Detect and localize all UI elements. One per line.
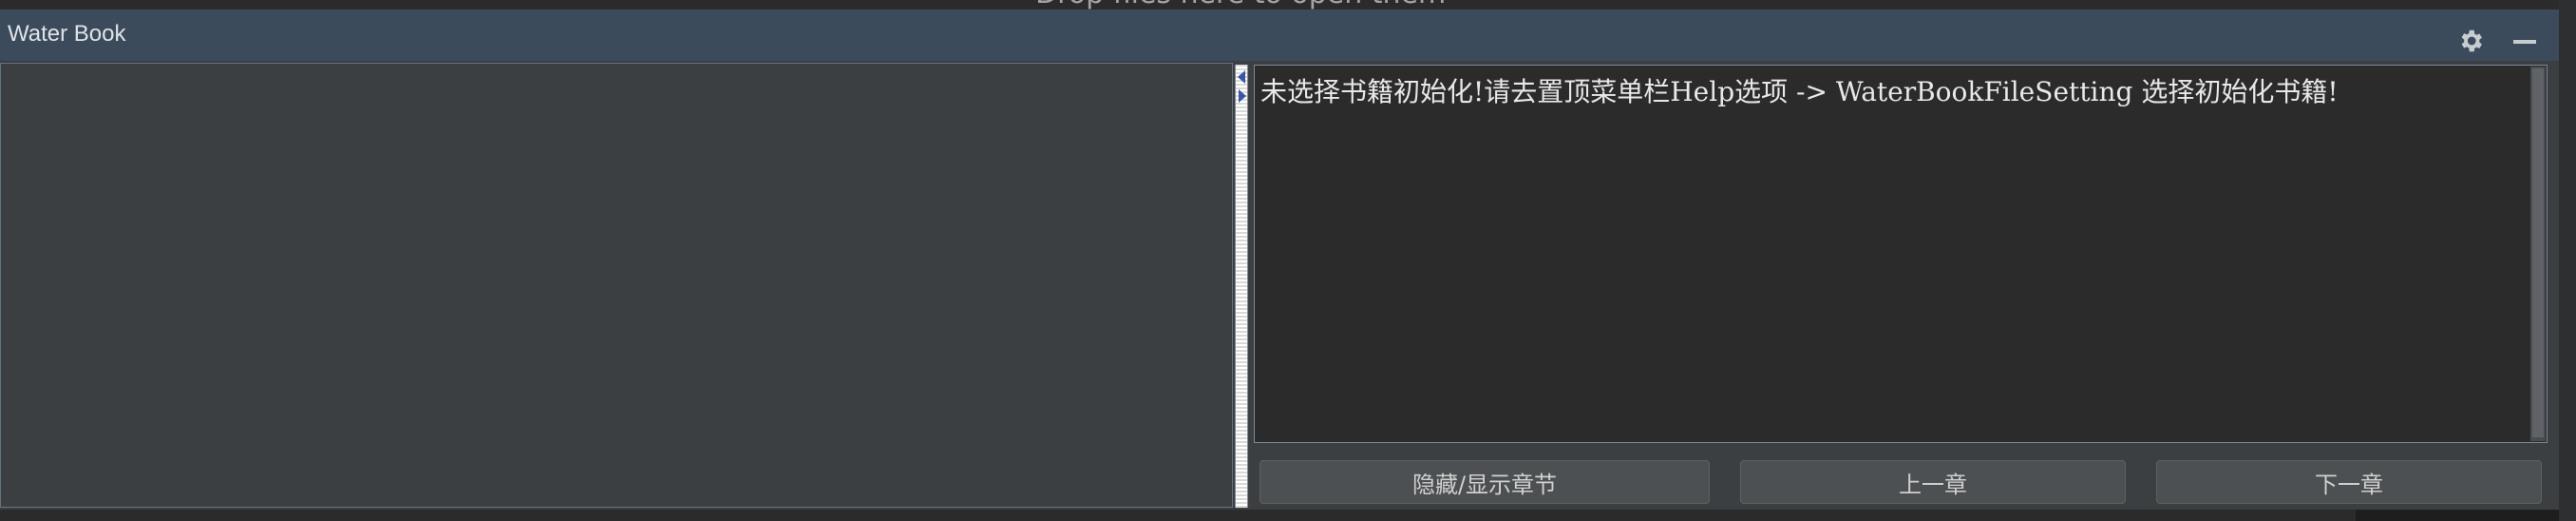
toggle-chapters-button[interactable]: 隐藏/显示章节: [1260, 460, 1710, 504]
minimize-icon[interactable]: [2513, 32, 2536, 51]
chapter-list-panel[interactable]: [0, 63, 1233, 508]
previous-chapter-button[interactable]: 上一章: [1740, 460, 2126, 504]
vertical-scrollbar[interactable]: [2530, 67, 2546, 441]
book-text-area[interactable]: 未选择书籍初始化!请去置顶菜单栏Help选项 -> WaterBookFileS…: [1254, 65, 2548, 443]
expand-right-icon[interactable]: [1239, 89, 1246, 103]
window-right-edge: [2559, 0, 2576, 521]
tool-window-header: Water Book: [0, 10, 2559, 61]
init-notice-text: 未选择书籍初始化!请去置顶菜单栏Help选项 -> WaterBookFileS…: [1260, 76, 2339, 107]
bottom-corner-block: [2356, 510, 2559, 521]
bottom-status-strip: [0, 510, 2559, 521]
reader-panel: 未选择书籍初始化!请去置顶菜单栏Help选项 -> WaterBookFileS…: [1252, 63, 2559, 508]
tool-window-title: Water Book: [8, 21, 126, 47]
scrollbar-thumb[interactable]: [2532, 68, 2544, 437]
minimize-bar: [2513, 40, 2536, 44]
next-chapter-button[interactable]: 下一章: [2156, 460, 2542, 504]
tool-window-content: 未选择书籍初始化!请去置顶菜单栏Help选项 -> WaterBookFileS…: [0, 61, 2559, 510]
collapse-left-icon[interactable]: [1238, 70, 1245, 84]
drop-files-hint: Drop files here to open them: [1035, 0, 1446, 10]
panel-splitter[interactable]: [1235, 65, 1248, 508]
top-strip: Drop files here to open them: [0, 0, 2576, 10]
gear-icon[interactable]: [2456, 27, 2485, 55]
